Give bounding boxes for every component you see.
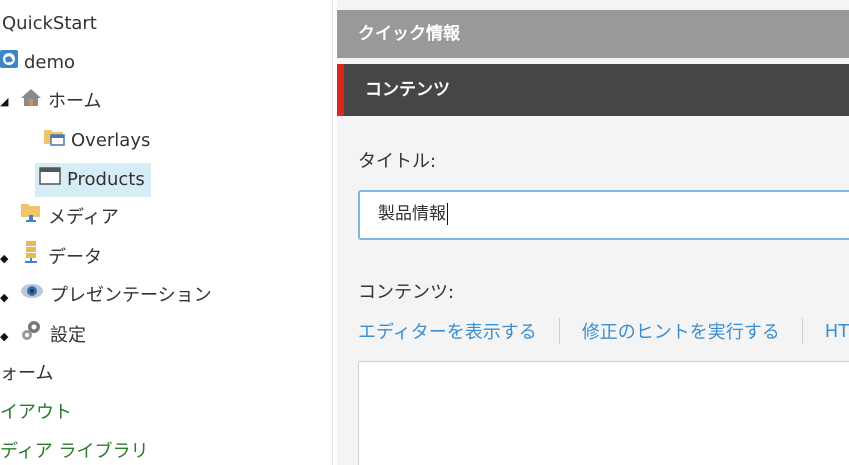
tree-item-label: Products	[67, 169, 145, 190]
tree-item-label: プレゼンテーション	[50, 285, 212, 306]
eye-icon	[20, 279, 44, 313]
window-icon	[39, 163, 61, 197]
globe-icon	[0, 46, 18, 80]
expand-arrow-icon[interactable]: ◆	[0, 291, 8, 304]
tree-item-label: メディア	[48, 207, 119, 228]
tree-item-overlays[interactable]: Overlays	[43, 124, 150, 158]
expand-arrow-icon[interactable]: ◆	[0, 330, 8, 343]
collapse-arrow-icon[interactable]: ◢	[0, 95, 8, 108]
content-tree: QuickStart demo ◢ ホーム Overlays Products …	[0, 0, 333, 465]
content-section-header[interactable]: コンテンツ	[337, 64, 849, 116]
content-field-label: コンテンツ:	[358, 282, 455, 303]
tree-item-presentation[interactable]: プレゼンテーション	[20, 279, 212, 313]
content-editor-panel: クイック情報 コンテンツ タイトル: 製品情報 コンテンツ: エディターを表示す…	[337, 0, 849, 465]
tree-item-label: ォーム	[0, 363, 54, 384]
editor-links-bar: エディターを表示する 修正のヒントを実行する HT	[358, 318, 849, 346]
link-separator	[801, 318, 803, 344]
quick-info-header[interactable]: クイック情報	[337, 10, 849, 58]
html-link[interactable]: HT	[825, 321, 849, 342]
link-separator	[558, 318, 560, 344]
folder-window-icon	[43, 124, 65, 158]
tree-item-settings[interactable]: 設定	[20, 318, 86, 352]
title-input[interactable]: 製品情報	[358, 190, 849, 240]
rich-text-editor[interactable]	[358, 361, 849, 465]
show-editor-link[interactable]: エディターを表示する	[358, 318, 537, 344]
gear-icon	[20, 318, 44, 354]
database-icon	[20, 240, 42, 276]
tree-item-label: Overlays	[71, 130, 151, 151]
tree-item-form[interactable]: ォーム	[0, 357, 53, 391]
tree-item-label: QuickStart	[2, 13, 97, 34]
title-input-value: 製品情報	[378, 204, 446, 224]
tree-item-label: demo	[24, 52, 76, 73]
tree-item-home[interactable]: ホーム	[20, 85, 101, 119]
tree-item-data[interactable]: データ	[20, 240, 102, 274]
tree-item-label: イアウト	[0, 402, 72, 423]
tree-item-layout[interactable]: イアウト	[0, 396, 72, 430]
text-caret	[447, 203, 448, 225]
tree-item-label: データ	[48, 247, 102, 268]
tree-item-label: ディア ライブラリ	[0, 441, 149, 462]
tree-item-products[interactable]: Products	[35, 163, 151, 197]
tree-item-demo[interactable]: demo	[0, 46, 75, 80]
home-icon	[20, 85, 42, 119]
tree-item-quickstart[interactable]: QuickStart	[2, 7, 97, 41]
tree-item-label: ホーム	[48, 91, 102, 112]
media-folder-icon	[20, 201, 42, 235]
title-field-label: タイトル:	[358, 151, 437, 172]
tree-item-media[interactable]: メディア	[20, 201, 119, 235]
tree-item-label: 設定	[50, 325, 86, 346]
expand-arrow-icon[interactable]: ◆	[0, 252, 8, 265]
tree-item-media-library[interactable]: ディア ライブラリ	[0, 435, 148, 465]
suggest-fix-link[interactable]: 修正のヒントを実行する	[582, 318, 780, 344]
